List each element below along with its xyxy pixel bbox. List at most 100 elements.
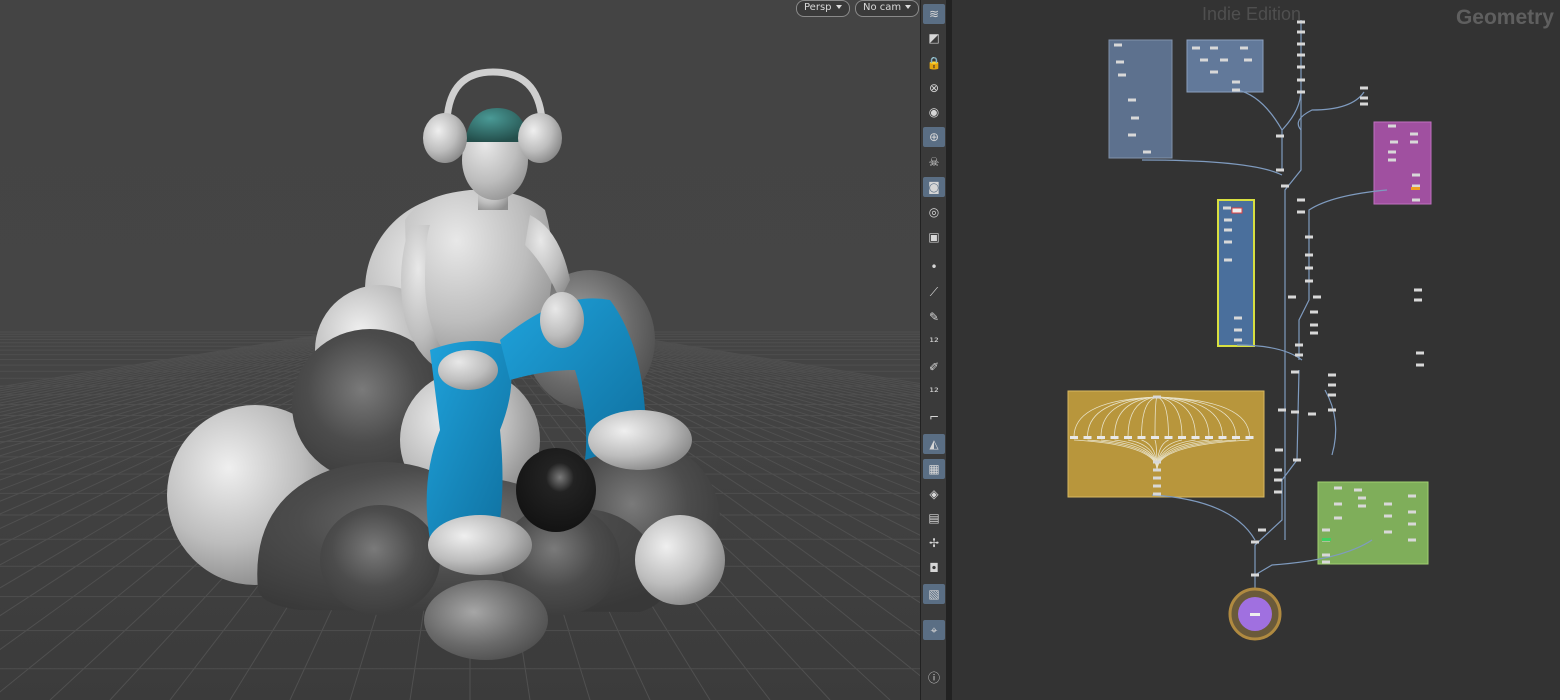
graph-node-64[interactable] <box>1388 150 1396 154</box>
fan-node-9[interactable] <box>1191 436 1200 439</box>
graph-node-99[interactable] <box>1322 553 1330 557</box>
graph-node-46[interactable] <box>1118 73 1126 77</box>
graph-node-66[interactable] <box>1412 173 1420 177</box>
network-editor[interactable]: Indie Edition Geometry <box>952 0 1560 700</box>
graph-node-14[interactable] <box>1297 210 1305 214</box>
graph-node-62[interactable] <box>1390 140 1398 144</box>
graph-node-78[interactable] <box>1153 460 1161 464</box>
graph-node-90[interactable] <box>1384 502 1392 506</box>
3d-viewport[interactable]: Persp No cam <box>0 0 920 700</box>
graph-node-87[interactable] <box>1358 496 1366 500</box>
graph-node-96[interactable] <box>1322 528 1330 532</box>
graph-node-94[interactable] <box>1334 516 1342 520</box>
graph-node-57[interactable] <box>1210 70 1218 74</box>
fan-node-12[interactable] <box>1232 436 1240 439</box>
terrain-icon[interactable]: ◭ <box>923 434 945 454</box>
graph-node-85[interactable] <box>1334 486 1342 490</box>
graph-node-92[interactable] <box>1384 514 1392 518</box>
graph-node-56[interactable] <box>1244 58 1252 62</box>
brush-icon[interactable]: ✐ <box>923 357 945 377</box>
graph-node-71[interactable] <box>1224 228 1232 232</box>
graph-node-32[interactable] <box>1308 412 1316 416</box>
graph-node-93[interactable] <box>1408 510 1416 514</box>
display-options-icon[interactable]: ≋ <box>923 4 945 24</box>
graph-node-8[interactable] <box>1360 96 1368 100</box>
graph-node-36[interactable] <box>1274 490 1282 494</box>
graph-node-69[interactable] <box>1223 206 1231 210</box>
point-icon[interactable]: • <box>923 257 945 277</box>
fan-node-4[interactable] <box>1124 436 1132 439</box>
graph-node-19[interactable] <box>1288 295 1296 299</box>
fan-node-5[interactable] <box>1137 436 1146 439</box>
fan-node-7[interactable] <box>1164 436 1173 439</box>
graph-node-28[interactable] <box>1328 383 1336 387</box>
graph-node-9[interactable] <box>1360 102 1368 106</box>
graph-node-47[interactable] <box>1128 98 1136 102</box>
axis-icon[interactable]: ✢ <box>923 533 945 553</box>
graph-node-82[interactable] <box>1153 492 1161 496</box>
graph-node-12[interactable] <box>1281 184 1289 188</box>
fan-node-8[interactable] <box>1178 436 1186 439</box>
graph-node-95[interactable] <box>1408 522 1416 526</box>
pin-icon[interactable]: ⌖ <box>923 620 945 640</box>
graph-node-75[interactable] <box>1234 328 1242 332</box>
graph-node-55[interactable] <box>1220 58 1228 62</box>
graph-node-43[interactable] <box>1416 363 1424 367</box>
graph-node-89[interactable] <box>1358 504 1366 508</box>
graph-node-10[interactable] <box>1276 134 1284 138</box>
graph-node-11[interactable] <box>1276 168 1284 172</box>
graph-node-41[interactable] <box>1414 298 1422 302</box>
graph-node-84[interactable] <box>1275 448 1283 452</box>
graph-node-31[interactable] <box>1291 410 1299 414</box>
graph-node-52[interactable] <box>1210 46 1218 50</box>
graph-node-91[interactable] <box>1408 494 1416 498</box>
graph-node-1[interactable] <box>1297 30 1305 34</box>
graph-node-53[interactable] <box>1240 46 1248 50</box>
graph-node-34[interactable] <box>1274 468 1282 472</box>
graph-node-30[interactable] <box>1328 408 1336 412</box>
fan-node-3[interactable] <box>1110 436 1119 439</box>
fan-node-6[interactable] <box>1151 436 1159 439</box>
graph-node-59[interactable] <box>1232 88 1240 92</box>
pen-icon[interactable]: ✎ <box>923 307 945 327</box>
render-icon[interactable]: ◘ <box>923 558 945 578</box>
flipbook-icon[interactable]: ▣ <box>923 227 945 247</box>
graph-node-68[interactable] <box>1412 198 1420 202</box>
fan-node-13[interactable] <box>1245 436 1254 439</box>
graph-node-37[interactable] <box>1258 528 1266 532</box>
texture-icon[interactable]: ▤ <box>923 508 945 528</box>
graph-node-73[interactable] <box>1224 258 1232 262</box>
snap-icon[interactable]: ⊕ <box>923 127 945 147</box>
shading-icon[interactable]: ◉ <box>923 102 945 122</box>
graph-node-2[interactable] <box>1297 42 1305 46</box>
graph-node-7[interactable] <box>1360 86 1368 90</box>
checker-icon[interactable]: ▦ <box>923 459 945 479</box>
graph-node-83[interactable] <box>1278 408 1286 412</box>
graph-node-22[interactable] <box>1310 323 1318 327</box>
graph-node-77[interactable] <box>1153 395 1161 399</box>
output-node-flag[interactable] <box>1250 613 1260 616</box>
graph-node-50[interactable] <box>1143 150 1151 154</box>
graph-node-58[interactable] <box>1232 80 1240 84</box>
graph-node-88[interactable] <box>1334 502 1342 506</box>
diamond-icon[interactable]: ◈ <box>923 484 945 504</box>
line-icon[interactable]: ⟋ <box>923 282 945 302</box>
lock-icon[interactable]: 🔒 <box>923 53 945 73</box>
graph-node-17[interactable] <box>1305 266 1313 270</box>
graph-node-60[interactable] <box>1388 124 1396 128</box>
graph-node-72[interactable] <box>1224 240 1232 244</box>
graph-node-74[interactable] <box>1234 316 1242 320</box>
graph-node-40[interactable] <box>1414 288 1422 292</box>
graph-node-39[interactable] <box>1251 573 1259 577</box>
selected-node[interactable] <box>1231 207 1243 214</box>
curve-icon[interactable]: ⌐ <box>923 407 945 427</box>
graph-node-44[interactable] <box>1114 43 1122 47</box>
ghost-icon[interactable]: ⊗ <box>923 78 945 98</box>
graph-node-5[interactable] <box>1297 78 1305 82</box>
graph-node-42[interactable] <box>1416 351 1424 355</box>
selection-icon[interactable]: ◩ <box>923 28 945 48</box>
graph-node-25[interactable] <box>1295 353 1303 357</box>
graph-node-80[interactable] <box>1153 476 1161 480</box>
number-12b-icon[interactable]: ¹² <box>923 382 945 402</box>
graph-node-54[interactable] <box>1200 58 1208 62</box>
